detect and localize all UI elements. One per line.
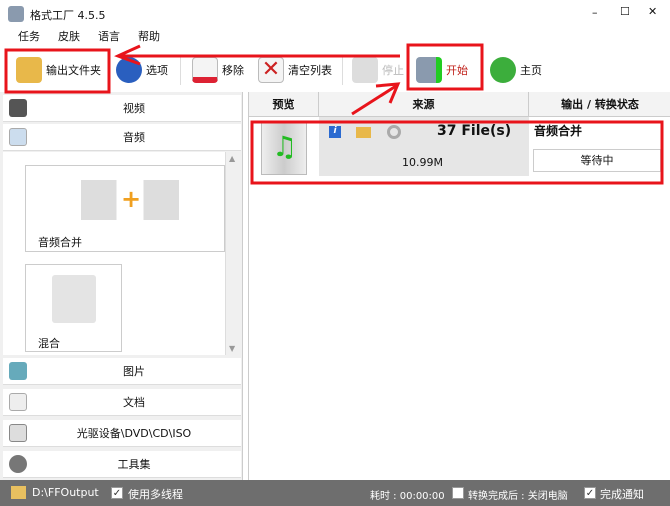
annotation-overlay (4, 43, 664, 185)
annotation-box-task-row (250, 120, 664, 185)
annotation-arrow-up (351, 84, 397, 116)
annotation-box-start (406, 43, 484, 91)
annotation-box-output-folder (4, 48, 111, 94)
